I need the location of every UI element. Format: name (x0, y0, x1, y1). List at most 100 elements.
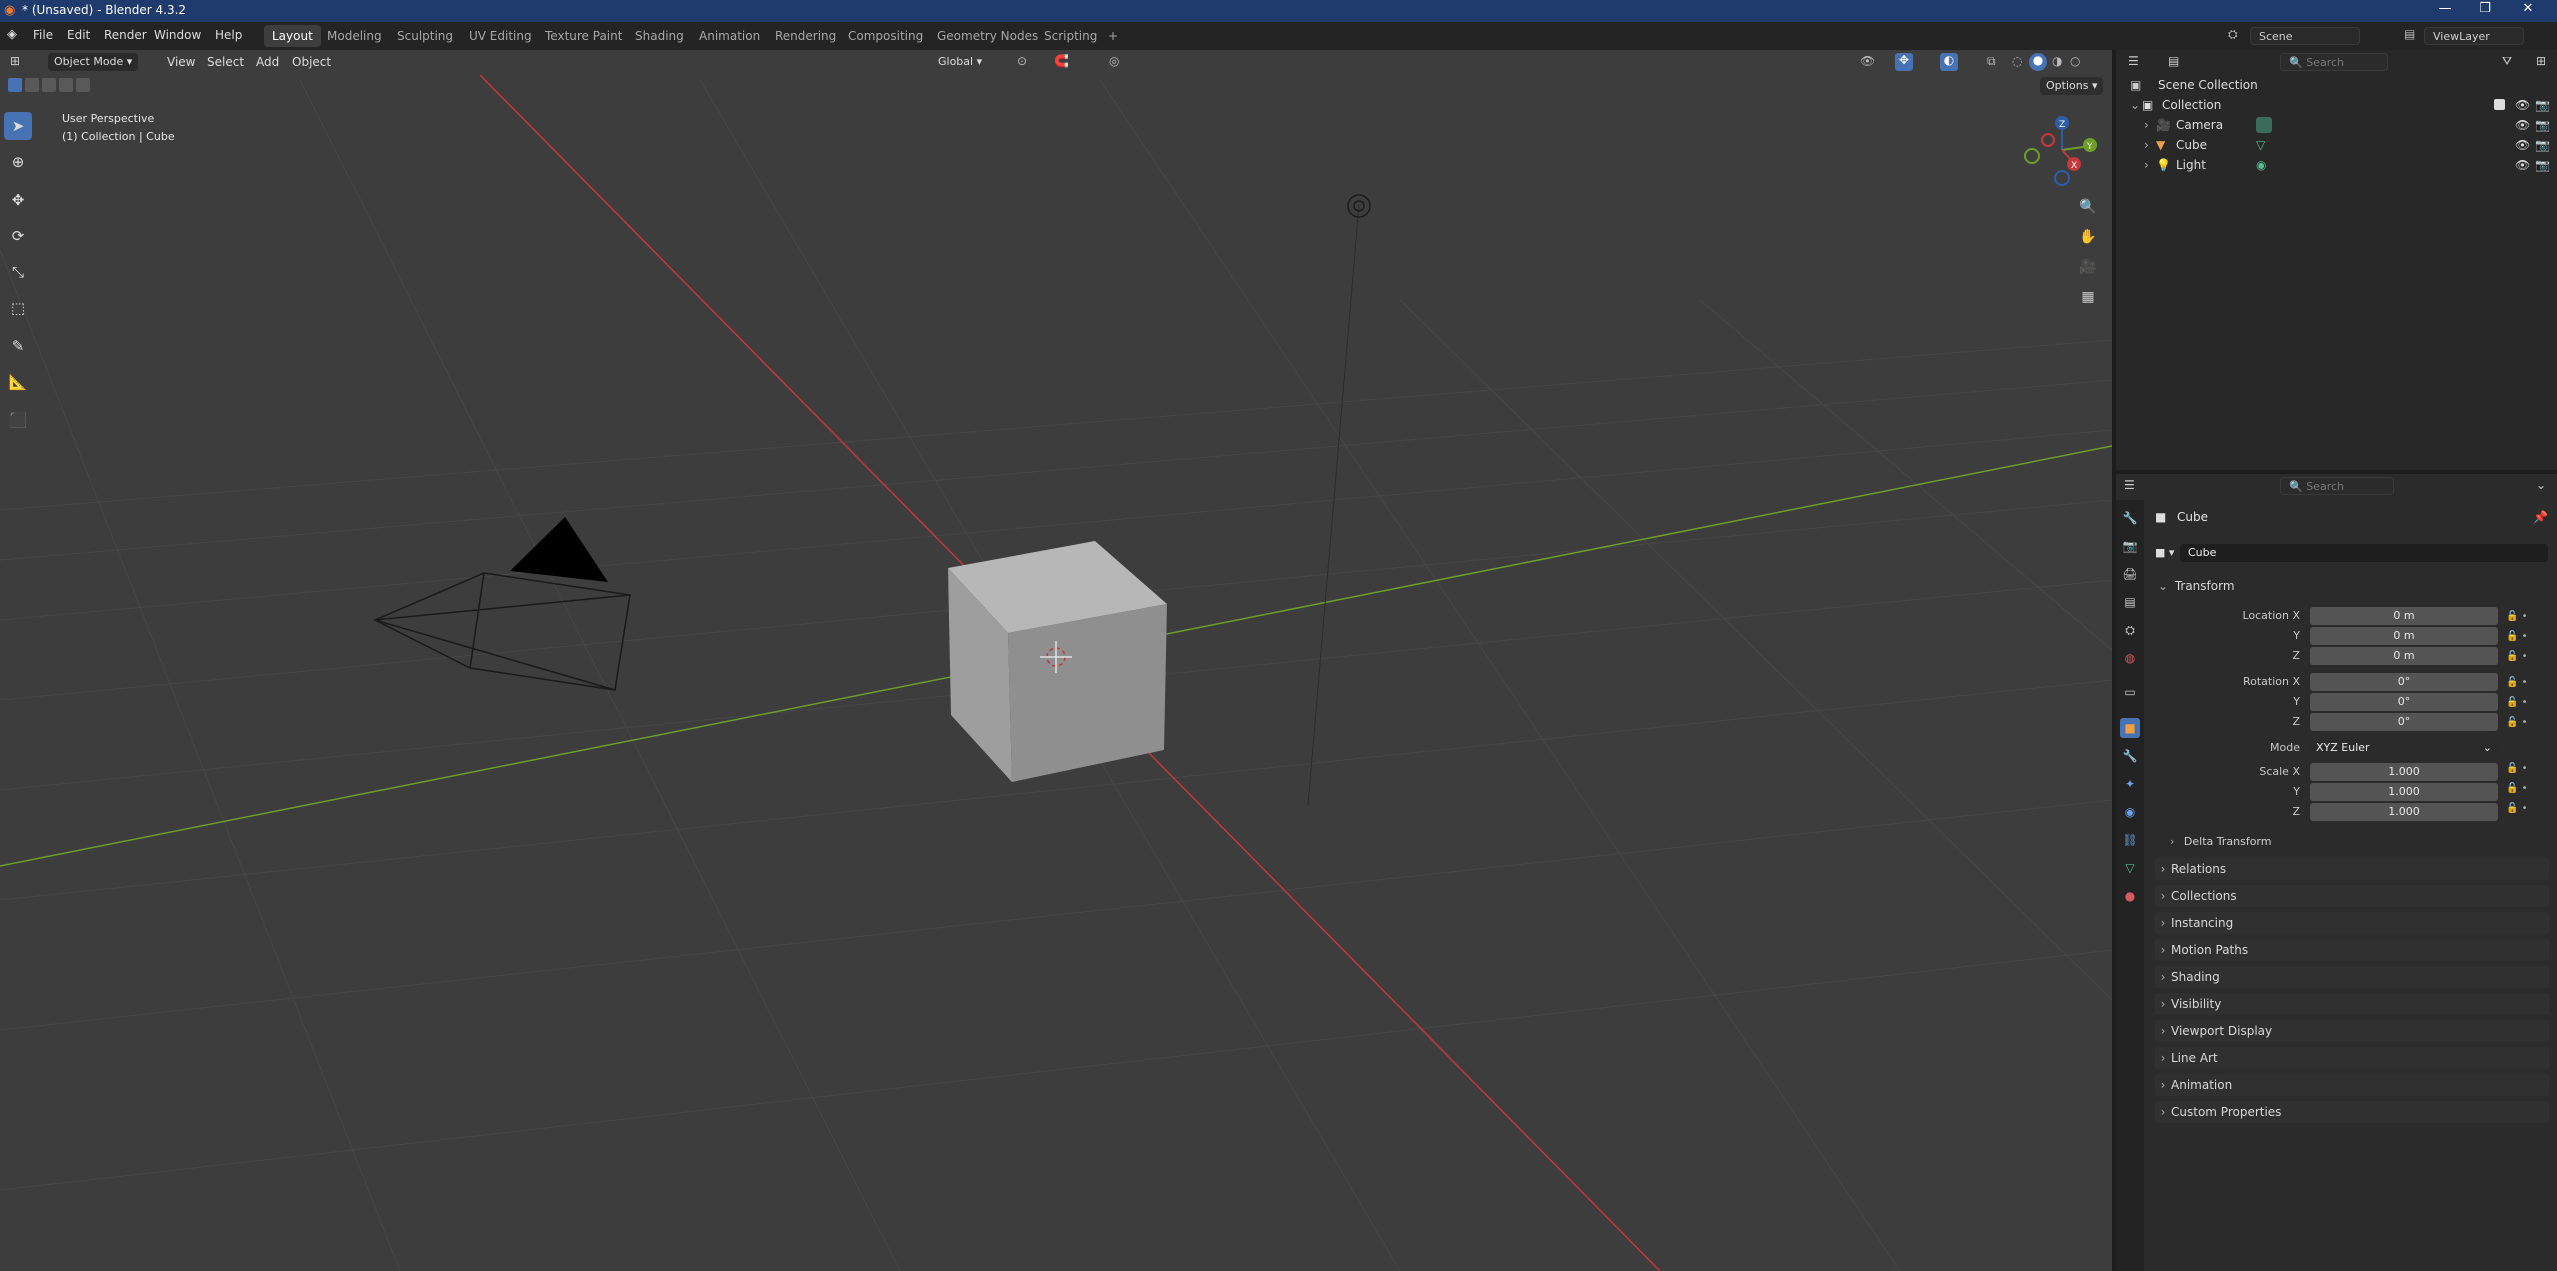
select-invert-icon[interactable] (59, 78, 73, 92)
tab-compositing[interactable]: Compositing (840, 25, 931, 47)
tab-texture-paint[interactable]: Texture Paint (537, 25, 630, 47)
data-tab-icon[interactable]: ▽ (2120, 858, 2140, 878)
lock-icon[interactable]: 🔓 • (2506, 779, 2546, 799)
lock-icon[interactable]: 🔓 • (2506, 673, 2546, 693)
scale-z-field[interactable]: 1.000 (2310, 803, 2498, 821)
navigation-gizmo[interactable]: Z Y X (2020, 110, 2100, 190)
outliner-editor-icon[interactable]: ☰ (2128, 54, 2139, 68)
collection-tab-icon[interactable]: ▭ (2120, 682, 2140, 702)
outliner-row-cube[interactable]: › ▼ Cube ▽ 👁 📷 (2116, 135, 2557, 155)
view-layer-icon[interactable]: ▤ (2404, 27, 2415, 41)
light-eye-icon[interactable]: 👁 (2515, 155, 2530, 175)
add-workspace-button[interactable]: + (1100, 25, 1126, 47)
object-tab-icon[interactable]: ■ (2120, 718, 2140, 738)
shading-material-icon[interactable]: ◑ (2052, 54, 2062, 68)
menu-file[interactable]: File (33, 28, 53, 42)
panel-line-art[interactable]: › Line Art (2155, 1047, 2549, 1069)
tab-modeling[interactable]: Modeling (319, 25, 390, 47)
scene-icon[interactable]: ⛭ (2228, 27, 2238, 42)
select-extend-icon[interactable] (25, 78, 39, 92)
delta-transform-subpanel[interactable]: › Delta Transform (2170, 832, 2548, 852)
outliner-row-scene-collection[interactable]: ▣ Scene Collection (2116, 75, 2557, 95)
hide-eye-icon[interactable]: 👁 (2515, 95, 2530, 115)
filter-icon[interactable]: ⛛ (2502, 54, 2512, 69)
particles-tab-icon[interactable]: ✦ (2120, 774, 2140, 794)
panel-instancing[interactable]: › Instancing (2155, 912, 2549, 934)
cube-render-icon[interactable]: 📷 (2535, 135, 2550, 155)
select-box-tool[interactable]: ➤ (4, 112, 32, 140)
tab-animation[interactable]: Animation (691, 25, 768, 47)
panel-motion-paths[interactable]: › Motion Paths (2155, 939, 2549, 961)
zoom-icon[interactable]: 🔍 (2075, 194, 2101, 220)
tab-shading[interactable]: Shading (627, 25, 692, 47)
constraints-tab-icon[interactable]: ⛓ (2120, 830, 2140, 850)
lock-icon[interactable]: 🔓 • (2506, 693, 2546, 713)
exclude-checkbox[interactable] (2494, 99, 2505, 110)
cursor-tool[interactable]: ⊕ (4, 148, 32, 176)
viewport-menu-view[interactable]: View (167, 55, 195, 69)
gizmo-toggle-icon[interactable]: ✥ (1895, 53, 1913, 71)
rotation-x-field[interactable]: 0° (2310, 673, 2498, 691)
scale-x-field[interactable]: 1.000 (2310, 763, 2498, 781)
tab-sculpting[interactable]: Sculpting (389, 25, 461, 47)
rotation-mode-dropdown[interactable]: XYZ Euler ⌄ (2310, 739, 2498, 757)
object-name-field[interactable]: Cube (2180, 544, 2548, 562)
physics-tab-icon[interactable]: ◉ (2120, 802, 2140, 822)
output-tab-icon[interactable]: 🖨 (2120, 564, 2140, 584)
move-tool[interactable]: ✥ (4, 186, 32, 214)
scale-tool[interactable]: ⤡ (4, 258, 32, 286)
transform-panel-header[interactable]: ⌄ Transform (2155, 575, 2549, 597)
render-camera-icon[interactable]: 📷 (2535, 95, 2550, 115)
minimize-button[interactable]: — (2425, 1, 2465, 21)
pin-icon[interactable]: 📌 (2533, 510, 2548, 524)
ortho-grid-icon[interactable]: ▦ (2075, 284, 2101, 310)
location-y-field[interactable]: 0 m (2310, 627, 2498, 645)
display-mode-icon[interactable]: ▤ (2168, 54, 2179, 68)
shading-wireframe-icon[interactable]: ◌ (2012, 54, 2022, 68)
shading-rendered-icon[interactable]: ○ (2070, 54, 2080, 68)
properties-editor-icon[interactable]: ☰ (2124, 478, 2135, 492)
panel-visibility[interactable]: › Visibility (2155, 993, 2549, 1015)
tab-scripting[interactable]: Scripting (1036, 25, 1105, 47)
transform-orientation-dropdown[interactable]: Global ▾ (932, 53, 988, 71)
modifier-tab-icon[interactable]: 🔧 (2120, 746, 2140, 766)
outliner-row-camera[interactable]: › 🎥 Camera 👁 📷 (2116, 115, 2557, 135)
overlay-toggle-icon[interactable]: ◐ (1940, 53, 1958, 71)
editor-type-icon[interactable]: ⊞ (10, 54, 20, 68)
rotation-z-field[interactable]: 0° (2310, 713, 2498, 731)
camera-render-icon[interactable]: 📷 (2535, 115, 2550, 135)
outliner-row-collection[interactable]: ⌄ ▣ Collection 👁 📷 (2116, 95, 2557, 115)
properties-options-icon[interactable]: ⌄ (2536, 478, 2546, 492)
tab-uv-editing[interactable]: UV Editing (461, 25, 540, 47)
collapse-arrow-icon[interactable]: ⌄ (2130, 95, 2140, 115)
viewport-menu-select[interactable]: Select (207, 55, 244, 69)
datablock-type-icon[interactable]: ■ ▾ (2155, 546, 2174, 559)
lock-icon[interactable]: 🔓 • (2506, 647, 2546, 667)
snap-icon[interactable]: 🧲 (1054, 54, 1069, 68)
object-mode-dropdown[interactable]: Object Mode ▾ (48, 53, 139, 71)
panel-animation[interactable]: › Animation (2155, 1074, 2549, 1096)
select-new-icon[interactable] (8, 78, 22, 92)
tab-geometry-nodes[interactable]: Geometry Nodes (929, 25, 1046, 47)
proportional-edit-icon[interactable]: ◎ (1109, 54, 1119, 68)
panel-shading[interactable]: › Shading (2155, 966, 2549, 988)
annotate-tool[interactable]: ✎ (4, 332, 32, 360)
lock-icon[interactable]: 🔓 • (2506, 607, 2546, 627)
lock-icon[interactable]: 🔓 • (2506, 713, 2546, 733)
menu-window[interactable]: Window (154, 28, 201, 42)
scene-selector[interactable]: Scene (2250, 27, 2360, 45)
tab-rendering[interactable]: Rendering (767, 25, 844, 47)
options-button[interactable]: Options ▾ (2040, 77, 2104, 95)
view-layer-tab-icon[interactable]: ▤ (2120, 592, 2140, 612)
expand-arrow-icon[interactable]: › (2144, 115, 2149, 135)
outliner-row-light[interactable]: › 💡 Light ◉ 👁 📷 (2116, 155, 2557, 175)
location-x-field[interactable]: 0 m (2310, 607, 2498, 625)
panel-custom-properties[interactable]: › Custom Properties (2155, 1101, 2549, 1123)
tab-layout[interactable]: Layout (264, 25, 321, 47)
scene-tab-icon[interactable]: ⛭ (2120, 620, 2140, 640)
blender-menu-icon[interactable]: ◈ (7, 27, 17, 42)
tool-tab-icon[interactable]: 🔧 (2120, 508, 2140, 528)
panel-relations[interactable]: › Relations (2155, 858, 2549, 880)
viewport-menu-add[interactable]: Add (256, 55, 279, 69)
location-z-field[interactable]: 0 m (2310, 647, 2498, 665)
